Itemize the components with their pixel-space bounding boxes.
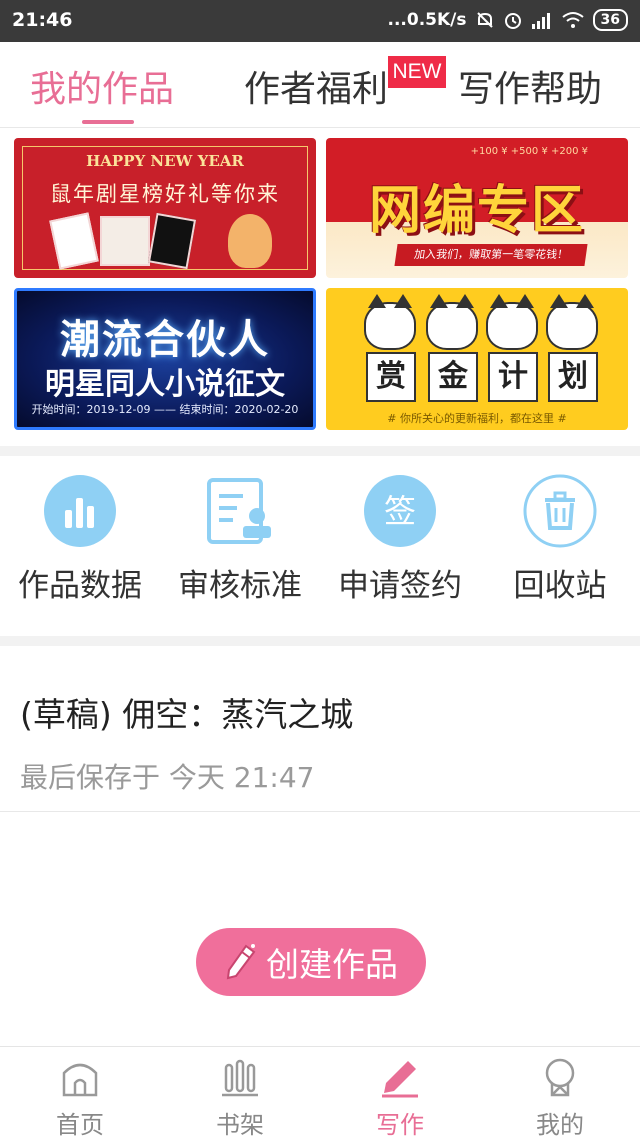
banner-partner-contest[interactable]: 潮流合伙人 明星同人小说征文 开始时间：2019-12-09 —— 结束时间：2… — [14, 288, 316, 430]
nav-home[interactable]: 首页 — [0, 1055, 160, 1138]
pen-icon — [382, 1061, 418, 1098]
action-label: 审核标准 — [178, 568, 302, 604]
nav-label: 我的 — [536, 1111, 584, 1138]
banner-editor-zone[interactable]: +100 ¥ +500 ¥ +200 ¥ 网编专区 加入我们，赚取第一笔零花钱！ — [326, 138, 628, 278]
create-work-button[interactable]: 创建作品 — [196, 928, 426, 996]
nav-label: 首页 — [56, 1111, 104, 1138]
wifi-icon — [561, 12, 584, 28]
bounty-char: 金 — [438, 359, 468, 394]
bounty-char: 划 — [558, 359, 588, 394]
cat-illustration — [486, 294, 538, 350]
trash-icon — [523, 474, 597, 548]
banner-new-year[interactable]: HAPPY NEW YEAR 鼠年剧星榜好礼等你来 — [14, 138, 316, 278]
svg-text:签: 签 — [384, 492, 416, 530]
action-apply-contract[interactable]: 签 申请签约 — [320, 474, 480, 605]
pencil-icon — [226, 944, 256, 980]
network-speed: ...0.5K/s — [387, 10, 467, 30]
new-badge: NEW — [388, 56, 446, 88]
draft-title: (草稿) 佣空：蒸汽之城 — [20, 695, 354, 734]
cat-illustration — [364, 294, 416, 350]
action-work-data[interactable]: 作品数据 — [0, 474, 160, 605]
tab-my-works[interactable]: 我的作品 — [30, 60, 174, 112]
action-label: 作品数据 — [18, 568, 142, 604]
mute-icon — [476, 12, 493, 28]
bottom-navigation: 首页 书架 写作 我的 — [0, 1046, 640, 1138]
tab-author-benefits[interactable]: 作者福利 — [244, 60, 388, 112]
action-label: 申请签约 — [338, 568, 462, 604]
create-work-label: 创建作品 — [266, 945, 398, 984]
section-divider — [0, 446, 640, 456]
action-label: 回收站 — [513, 568, 607, 604]
banner-new-year-title: 鼠年剧星榜好礼等你来 — [50, 182, 280, 206]
top-tabs: 我的作品 作者福利 写作帮助 — [0, 42, 640, 128]
banner-bounty-plan[interactable]: 赏 金 计 划 # 你所关心的更新福利，都在这里 # — [326, 288, 628, 430]
home-icon — [62, 1063, 98, 1097]
banner-bounty-footer: # 你所关心的更新福利，都在这里 # — [387, 412, 567, 425]
battery-indicator: 36 — [592, 9, 628, 31]
action-recycle-bin[interactable]: 回收站 — [480, 474, 640, 605]
draft-item[interactable]: (草稿) 佣空：蒸汽之城 最后保存于 今天 21:47 — [0, 656, 640, 812]
banner-partner-title: 潮流合伙人 — [60, 317, 270, 363]
signal-icon — [531, 13, 550, 29]
banner-editor-zone-rewards: +100 ¥ +500 ¥ +200 ¥ — [470, 146, 588, 157]
tab-writing-help[interactable]: 写作帮助 — [458, 60, 602, 112]
nav-writing[interactable]: 写作 — [320, 1055, 480, 1138]
section-divider — [0, 636, 640, 646]
sign-icon: 签 — [364, 475, 436, 547]
bar-chart-icon — [44, 475, 116, 547]
bounty-char: 赏 — [376, 359, 406, 394]
lipstick-set-image — [100, 216, 150, 266]
nav-label: 书架 — [216, 1111, 264, 1138]
alarm-icon — [504, 13, 521, 29]
document-stamp-icon — [207, 478, 271, 544]
profile-icon — [545, 1058, 575, 1097]
status-time: 21:46 — [12, 9, 73, 31]
nav-bookshelf[interactable]: 书架 — [160, 1055, 320, 1138]
mouse-mascot-image — [228, 214, 272, 268]
banner-editor-zone-strip: 加入我们，赚取第一笔零花钱！ — [394, 244, 588, 266]
action-review-standard[interactable]: 审核标准 — [160, 474, 320, 605]
status-indicators: ...0.5K/s 36 — [388, 9, 628, 31]
banner-partner-dates: 开始时间：2019-12-09 —— 结束时间：2020-02-20 — [31, 403, 299, 416]
active-tab-indicator — [82, 120, 134, 124]
bounty-char: 计 — [498, 359, 528, 394]
status-bar: 21:46 ...0.5K/s 36 — [0, 0, 640, 42]
nav-profile[interactable]: 我的 — [480, 1055, 640, 1138]
cat-illustration — [426, 294, 478, 350]
banner-partner-subtitle: 明星同人小说征文 — [45, 367, 285, 402]
palette-image — [147, 212, 197, 270]
nav-label: 写作 — [376, 1111, 424, 1138]
banner-new-year-heading: HAPPY NEW YEAR — [86, 152, 244, 170]
draft-last-saved: 最后保存于 今天 21:47 — [20, 761, 315, 794]
bookshelf-icon — [222, 1059, 258, 1097]
cat-illustration — [546, 294, 598, 350]
writing-page: 21:46 ...0.5K/s 36 我的作品 作者福利 写作帮助 NEW HA… — [0, 0, 640, 1138]
banner-editor-zone-title: 网编专区 — [368, 181, 585, 241]
